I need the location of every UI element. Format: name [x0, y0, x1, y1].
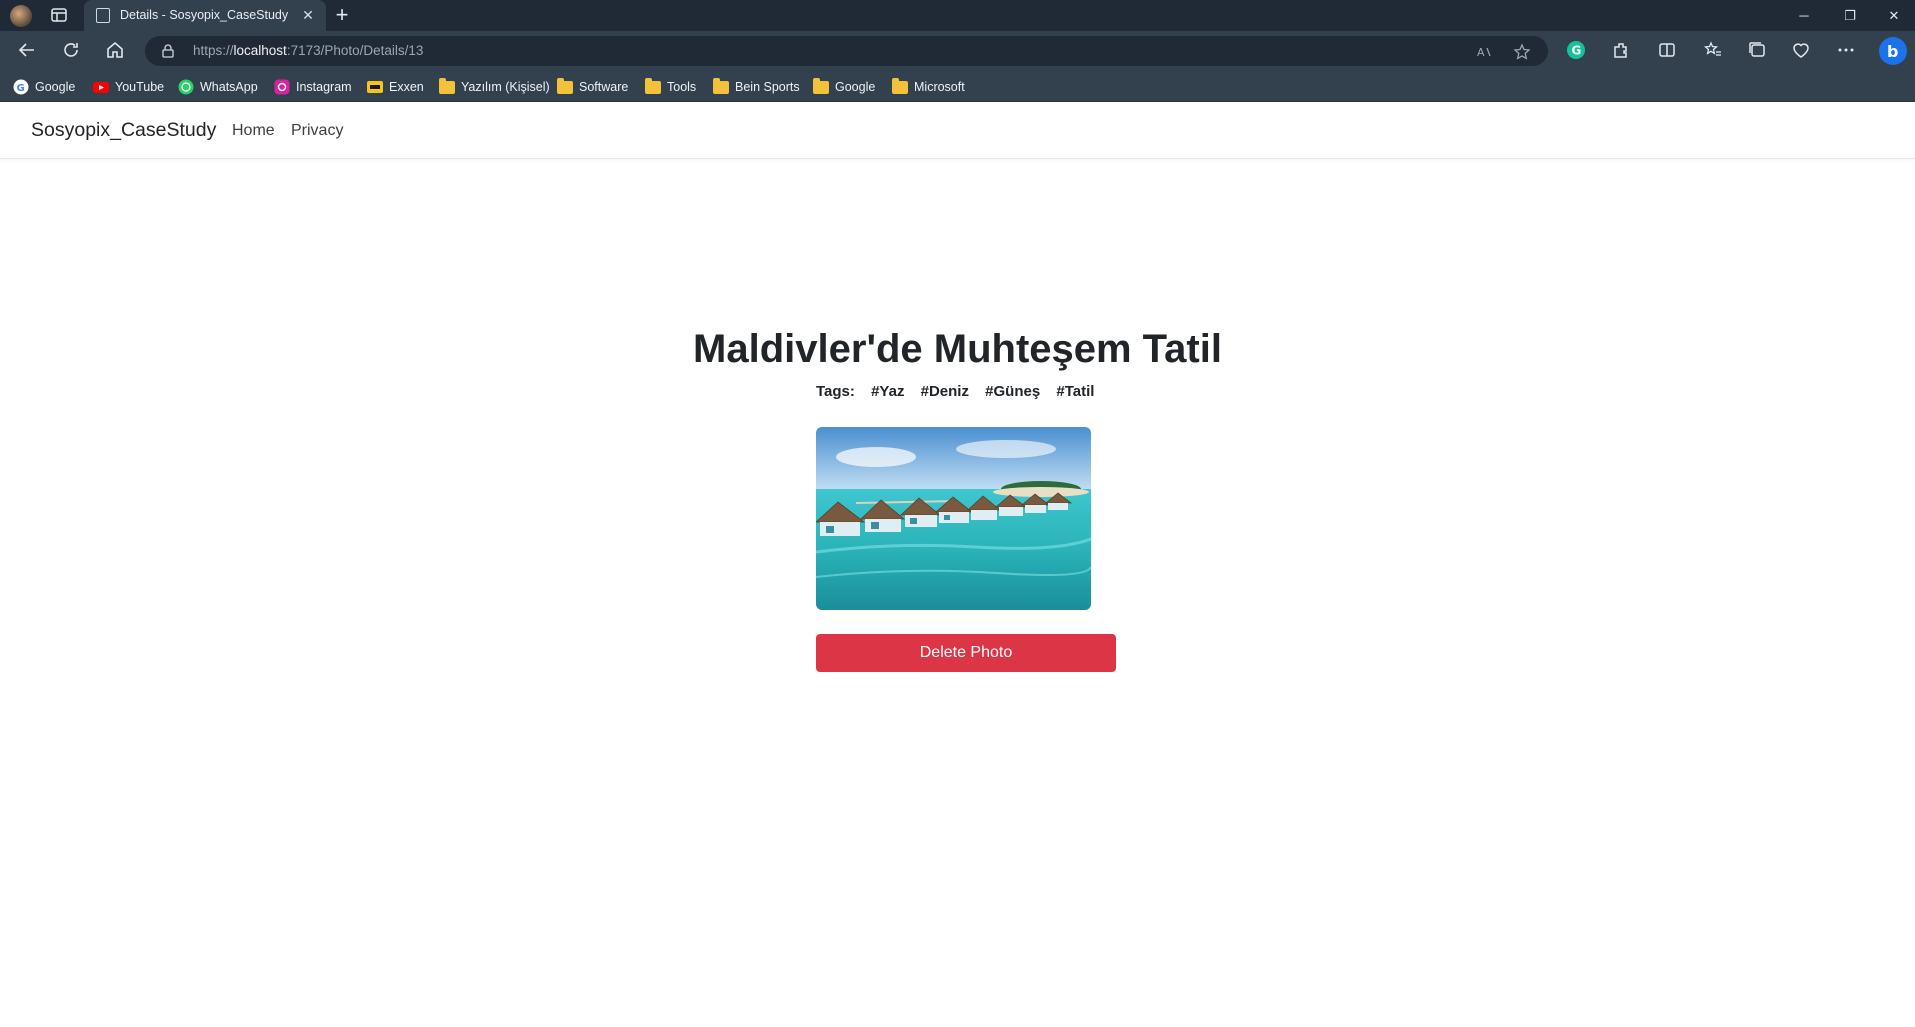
bookmarks-bar: G Google YouTube WhatsApp Instagram Exxe… [0, 71, 1915, 102]
instagram-icon [274, 79, 290, 95]
browser-tab-bar: Details - Sosyopix_CaseStudy ✕ + ─ ❐ ✕ [0, 0, 1915, 31]
extensions-icon[interactable] [1611, 40, 1633, 62]
folder-icon [557, 77, 573, 94]
split-screen-icon[interactable] [1657, 40, 1679, 62]
bookmark-google[interactable]: G Google [13, 78, 75, 96]
bookmark-whatsapp[interactable]: WhatsApp [178, 78, 258, 96]
bookmark-youtube[interactable]: YouTube [93, 78, 164, 96]
collections-icon[interactable] [1747, 40, 1769, 62]
tag-item: #Deniz [920, 383, 969, 400]
exxen-icon [367, 81, 383, 93]
bookmark-exxen[interactable]: Exxen [367, 78, 424, 96]
performance-icon[interactable] [1791, 40, 1813, 62]
tag-item: #Yaz [871, 383, 905, 400]
restore-icon[interactable]: ❐ [1827, 0, 1873, 31]
refresh-icon[interactable] [60, 39, 84, 63]
svg-text:A: A [1477, 46, 1485, 59]
bookmark-instagram[interactable]: Instagram [274, 78, 352, 96]
svg-text:G: G [17, 83, 25, 94]
browser-toolbar: https://localhost:7173/Photo/Details/13 … [0, 31, 1915, 71]
new-tab-icon[interactable]: + [330, 4, 354, 28]
folder-icon [439, 77, 455, 94]
tag-item: #Güneş [985, 383, 1041, 400]
folder-icon [713, 77, 729, 94]
url-text[interactable]: https://localhost:7173/Photo/Details/13 [193, 43, 423, 58]
tab-title: Details - Sosyopix_CaseStudy [120, 8, 289, 22]
delete-photo-button[interactable]: Delete Photo [816, 634, 1116, 672]
folder-icon [892, 77, 908, 94]
read-aloud-icon[interactable]: A [1475, 43, 1493, 61]
lock-icon[interactable] [162, 44, 174, 58]
bookmark-folder-bein-sports[interactable]: Bein Sports [713, 77, 800, 96]
nav-link-privacy[interactable]: Privacy [291, 122, 343, 140]
address-bar[interactable]: https://localhost:7173/Photo/Details/13 … [145, 36, 1548, 66]
bing-copilot-icon[interactable]: b [1878, 36, 1908, 66]
favorite-star-icon[interactable] [1513, 43, 1531, 61]
site-brand[interactable]: Sosyopix_CaseStudy [31, 119, 216, 142]
folder-icon [813, 77, 829, 94]
photo-title: Maldivler'de Muhteşem Tatil [693, 327, 1222, 371]
tags-label: Tags: [816, 383, 855, 400]
photo-image [816, 427, 1091, 610]
whatsapp-icon [178, 79, 194, 95]
bookmark-folder-microsoft[interactable]: Microsoft [892, 77, 965, 96]
minimize-icon[interactable]: ─ [1781, 0, 1827, 31]
grammarly-icon[interactable]: G [1566, 40, 1588, 62]
svg-text:G: G [1572, 44, 1582, 58]
more-options-icon[interactable] [1836, 40, 1858, 62]
folder-icon [645, 77, 661, 94]
bookmark-folder-tools[interactable]: Tools [645, 77, 696, 96]
favorites-icon[interactable] [1703, 40, 1725, 62]
site-navbar: Sosyopix_CaseStudy Home Privacy [0, 102, 1915, 159]
nav-link-home[interactable]: Home [232, 122, 275, 140]
google-icon: G [13, 79, 29, 95]
youtube-icon [93, 82, 109, 93]
svg-text:b: b [1887, 42, 1898, 61]
photo-tags: Tags: #Yaz #Deniz #Güneş #Tatil [816, 383, 1094, 400]
home-icon[interactable] [104, 39, 128, 63]
bookmark-folder-software[interactable]: Software [557, 77, 628, 96]
tag-item: #Tatil [1056, 383, 1095, 400]
page-icon [96, 8, 110, 23]
profile-avatar[interactable] [10, 5, 32, 27]
bookmark-folder-google[interactable]: Google [813, 77, 875, 96]
close-tab-icon[interactable]: ✕ [299, 6, 317, 24]
browser-tab-active[interactable]: Details - Sosyopix_CaseStudy ✕ [84, 0, 326, 31]
bookmark-folder-yazilim[interactable]: Yazılım (Kişisel) [439, 77, 550, 96]
close-window-icon[interactable]: ✕ [1873, 0, 1915, 31]
back-icon[interactable] [16, 39, 40, 63]
tab-actions-icon[interactable] [50, 6, 70, 26]
